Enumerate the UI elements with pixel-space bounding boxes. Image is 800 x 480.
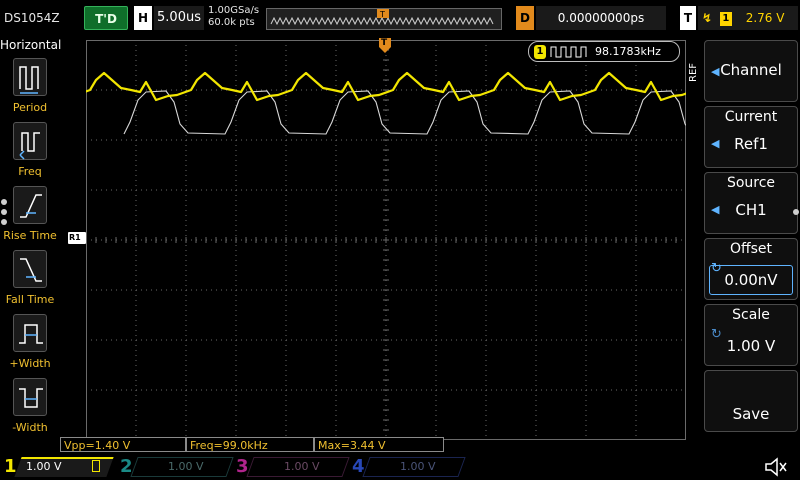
- source-title: Source: [726, 175, 776, 191]
- current-softkey[interactable]: Current ◀ Ref1: [704, 106, 798, 168]
- offset-softkey[interactable]: Offset ↻ 0.00nV: [704, 238, 798, 300]
- waveform-display[interactable]: [86, 40, 686, 440]
- sample-rate: 1.00GSa/s: [208, 5, 260, 16]
- frequency-counter-channel: 1: [534, 45, 546, 59]
- current-value: Ref1: [734, 135, 768, 153]
- measure-freq-label: Freq: [18, 165, 42, 178]
- ref1-offset-marker[interactable]: R1: [68, 232, 86, 244]
- measurement-vpp[interactable]: Vpp=1.40 V: [60, 437, 186, 452]
- dc-coupling-icon: [92, 460, 100, 472]
- measure-positive-width-label: +Width: [9, 357, 51, 370]
- negative-width-icon: [13, 378, 47, 416]
- graticule-grid: [86, 40, 686, 440]
- period-icon: [13, 58, 47, 96]
- trigger-source: 1: [719, 11, 732, 26]
- source-softkey[interactable]: Source ◀ CH1: [704, 172, 798, 234]
- trigger-level: 2.76 V: [745, 11, 785, 25]
- channel-softkey-label: Channel: [720, 61, 782, 79]
- current-title: Current: [724, 109, 778, 125]
- square-wave-icon: [550, 46, 587, 58]
- right-page-dot: [793, 209, 799, 215]
- channel-2-number: 2: [120, 456, 133, 477]
- left-page-dot: [1, 199, 7, 205]
- measure-rise-time[interactable]: Rise Time: [0, 184, 60, 248]
- channel-4-scale: 1.00 V: [400, 460, 436, 473]
- channel-3-status[interactable]: 3 1.00 V: [232, 454, 350, 480]
- scale-value: 1.00 V: [726, 337, 776, 355]
- trigger-position-marker-label: T: [381, 38, 388, 48]
- rising-edge-icon: ↯: [702, 11, 713, 25]
- ref1-waveform: [123, 90, 686, 135]
- channel-1-status[interactable]: 1 1.00 V: [0, 454, 114, 480]
- trigger-label: T: [680, 6, 696, 30]
- measure-negative-width[interactable]: -Width: [0, 376, 60, 440]
- trigger-status-badge[interactable]: T'D: [84, 6, 128, 30]
- scale-title: Scale: [732, 307, 770, 323]
- ref-softkey-menu: REF ◀ Channel Current ◀ Ref1 Source ◀ CH…: [688, 36, 800, 436]
- measure-positive-width[interactable]: +Width: [0, 312, 60, 376]
- measure-category-title: Horizontal: [0, 38, 62, 52]
- measure-period[interactable]: Period: [0, 56, 60, 120]
- memory-trigger-marker-label: T: [379, 10, 385, 19]
- acquisition-info: 1.00GSa/s 60.0k pts: [208, 5, 259, 33]
- measure-menu: Horizontal Period Freq Rise Time Fall Ti…: [0, 36, 62, 454]
- measure-negative-width-label: -Width: [12, 421, 48, 434]
- channel-2-scale: 1.00 V: [168, 460, 204, 473]
- channel-softkey[interactable]: ◀ Channel: [704, 40, 798, 102]
- model-name: DS1054Z: [4, 11, 60, 25]
- channel-2-status[interactable]: 2 1.00 V: [116, 454, 234, 480]
- frequency-counter-value: 98.1783kHz: [595, 45, 661, 58]
- measurement-freq[interactable]: Freq=99.0kHz: [186, 437, 314, 452]
- offset-value: 0.00nV: [724, 271, 778, 289]
- channel-4-number: 4: [352, 456, 365, 477]
- timebase-value[interactable]: 5.00us: [154, 6, 204, 30]
- speaker-mute-icon[interactable]: [764, 456, 788, 478]
- memory-overview-wave: T: [270, 9, 494, 26]
- measure-freq[interactable]: Freq: [0, 120, 60, 184]
- measure-rise-time-label: Rise Time: [3, 229, 57, 242]
- trigger-position-marker[interactable]: T: [379, 38, 391, 54]
- source-value: CH1: [735, 201, 767, 219]
- measure-period-label: Period: [12, 101, 48, 114]
- measurement-results: Vpp=1.40 V Freq=99.0kHz Max=3.44 V: [0, 437, 688, 453]
- measure-fall-time[interactable]: Fall Time: [0, 248, 60, 312]
- channel-1-number: 1: [4, 456, 17, 477]
- save-softkey[interactable]: Save: [704, 370, 798, 432]
- frequency-counter[interactable]: 1 98.1783kHz: [528, 41, 680, 62]
- horizontal-label: H: [134, 6, 152, 30]
- left-page-dot: [1, 219, 7, 225]
- positive-width-icon: [13, 314, 47, 352]
- scale-softkey[interactable]: Scale ↻ 1.00 V: [704, 304, 798, 366]
- left-page-dot: [1, 209, 7, 215]
- save-label: Save: [732, 405, 770, 423]
- delay-value[interactable]: 0.00000000ps: [536, 6, 666, 30]
- channel-3-number: 3: [236, 456, 249, 477]
- delay-label: D: [516, 6, 534, 30]
- memory-overview-strip[interactable]: T: [266, 8, 502, 30]
- offset-title: Offset: [729, 241, 773, 257]
- channel-3-scale: 1.00 V: [284, 460, 320, 473]
- graticule: [86, 40, 686, 440]
- channel-1-scale: 1.00 V: [26, 460, 62, 473]
- status-bar: DS1054Z T'D H 5.00us 1.00GSa/s 60.0k pts…: [0, 0, 800, 36]
- memory-depth: 60.0k pts: [208, 17, 255, 28]
- fall-time-icon: [13, 250, 47, 288]
- rise-time-icon: [13, 186, 47, 224]
- menu-tab-ref: REF: [688, 62, 699, 82]
- trigger-info[interactable]: ↯ 1 2.76 V: [698, 6, 798, 30]
- channel-bar: 1 1.00 V 2 1.00 V 3 1.00 V 4 1.00 V: [0, 454, 800, 480]
- frequency-icon: [13, 122, 47, 160]
- channel-4-status[interactable]: 4 1.00 V: [348, 454, 466, 480]
- measure-fall-time-label: Fall Time: [5, 293, 55, 306]
- ref1-offset-marker-label: R1: [69, 233, 81, 242]
- measurement-max[interactable]: Max=3.44 V: [314, 437, 444, 452]
